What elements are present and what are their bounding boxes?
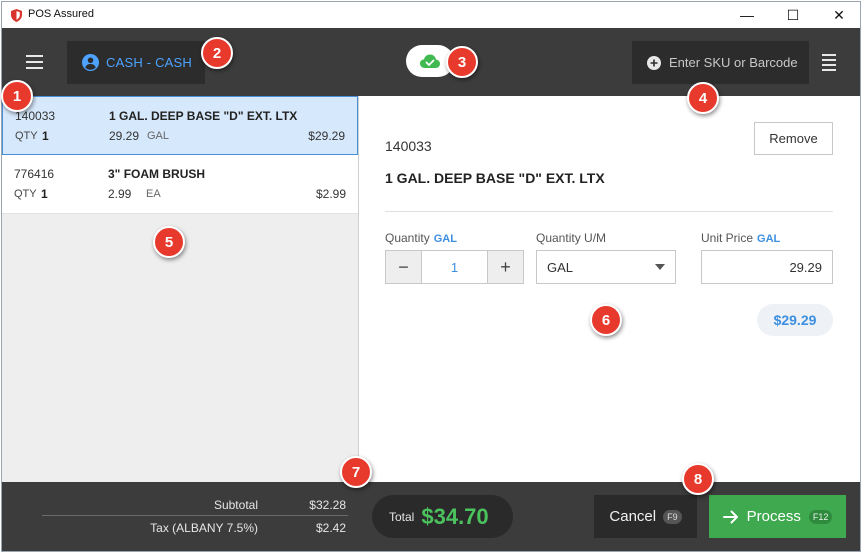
cloud-check-icon (420, 54, 440, 68)
tax-value: $2.42 (315, 521, 346, 535)
process-button[interactable]: Process F12 (709, 495, 846, 538)
decrement-button[interactable]: − (386, 251, 421, 283)
line-total-badge: $29.29 (757, 304, 833, 336)
item-name: 1 GAL. DEEP BASE "D" EXT. LTX (109, 109, 298, 123)
cancel-button[interactable]: Cancel F9 (594, 495, 697, 538)
cancel-shortcut-badge: F9 (663, 509, 682, 524)
divider (385, 211, 833, 212)
item-qty-label: QTY (14, 188, 37, 200)
hamburger-menu-icon[interactable] (15, 48, 53, 76)
title-bar: POS Assured — ☐ ✕ (2, 2, 860, 28)
item-price: 29.29 (109, 129, 140, 143)
unit-price-unit: GAL (757, 233, 781, 245)
callout-marker: 3 (446, 46, 478, 78)
item-price: 2.99 (108, 187, 132, 201)
quantity-label-text: Quantity (385, 231, 430, 245)
subtotal-label: Subtotal (213, 498, 258, 512)
quantity-label: Quantity GAL (385, 231, 457, 245)
sku-placeholder: Enter SKU or Barcode (669, 55, 798, 70)
item-total: $29.29 (308, 129, 345, 143)
window-title: POS Assured (28, 8, 95, 20)
maximize-button[interactable]: ☐ (770, 2, 816, 28)
item-qty: 1 (41, 187, 48, 201)
top-header: CASH - CASH Enter SKU or Barcode (2, 28, 860, 96)
item-qty: 1 (42, 129, 49, 143)
list-item[interactable]: 140033 1 GAL. DEEP BASE "D" EXT. LTX QTY… (2, 96, 358, 155)
item-name: 3" FOAM BRUSH (108, 167, 206, 181)
process-label: Process (746, 508, 801, 525)
total-display: Total $34.70 (372, 495, 513, 538)
customer-label: CASH - CASH (106, 55, 192, 70)
callout-marker: 6 (590, 304, 622, 336)
callout-marker: 1 (1, 80, 33, 112)
subtotal-value: $32.28 (309, 498, 346, 512)
quantity-unit: GAL (433, 233, 457, 245)
unit-price-input[interactable]: 29.29 (701, 250, 833, 284)
list-menu-icon[interactable] (812, 41, 846, 84)
unit-price-label: Unit Price GAL (701, 231, 780, 245)
cart-item-list: 140033 1 GAL. DEEP BASE "D" EXT. LTX QTY… (2, 96, 359, 482)
item-um: GAL (147, 130, 170, 142)
plus-circle-icon (647, 55, 661, 70)
unit-price-label-text: Unit Price (701, 231, 754, 245)
detail-name: 1 GAL. DEEP BASE "D" EXT. LTX (385, 170, 605, 186)
item-sku: 776416 (14, 167, 55, 181)
arrow-right-icon (722, 510, 738, 523)
sku-search-input[interactable]: Enter SKU or Barcode (632, 41, 809, 84)
item-qty-label: QTY (15, 130, 38, 142)
app-window: POS Assured — ☐ ✕ CASH - CASH Enter SKU … (1, 1, 861, 552)
callout-marker: 8 (682, 463, 714, 495)
tax-row: Tax (ALBANY 7.5%) $2.42 (42, 517, 348, 539)
minimize-button[interactable]: — (724, 2, 770, 28)
cancel-label: Cancel (609, 508, 657, 525)
total-value: $34.70 (421, 503, 489, 529)
total-label: Total (389, 509, 415, 524)
quantity-input[interactable]: 1 (421, 251, 488, 283)
shield-icon (11, 9, 22, 22)
increment-button[interactable]: + (488, 251, 523, 283)
item-total: $2.99 (315, 187, 346, 201)
callout-marker: 2 (201, 37, 233, 69)
subtotal-row: Subtotal $32.28 (42, 494, 348, 516)
um-label: Quantity U/M (536, 231, 607, 245)
chevron-down-icon (655, 264, 665, 270)
quantity-stepper: − 1 + (385, 250, 524, 284)
tax-label: Tax (ALBANY 7.5%) (150, 521, 258, 535)
process-shortcut-badge: F12 (808, 509, 833, 524)
um-dropdown[interactable]: GAL (536, 250, 676, 284)
callout-marker: 4 (687, 82, 719, 114)
callout-marker: 7 (340, 456, 372, 488)
item-um: EA (146, 188, 161, 200)
customer-selector-button[interactable]: CASH - CASH (67, 41, 205, 84)
user-circle-icon (82, 54, 99, 71)
um-selected-value: GAL (547, 259, 574, 275)
callout-marker: 5 (153, 226, 185, 258)
item-detail-panel: 140033 1 GAL. DEEP BASE "D" EXT. LTX Rem… (360, 96, 860, 482)
close-button[interactable]: ✕ (816, 2, 860, 28)
remove-button[interactable]: Remove (754, 122, 833, 155)
list-item[interactable]: 776416 3" FOAM BRUSH QTY 1 2.99 EA $2.99 (2, 155, 358, 214)
bottom-bar: Subtotal $32.28 Tax (ALBANY 7.5%) $2.42 … (2, 482, 860, 551)
detail-sku: 140033 (385, 138, 432, 154)
